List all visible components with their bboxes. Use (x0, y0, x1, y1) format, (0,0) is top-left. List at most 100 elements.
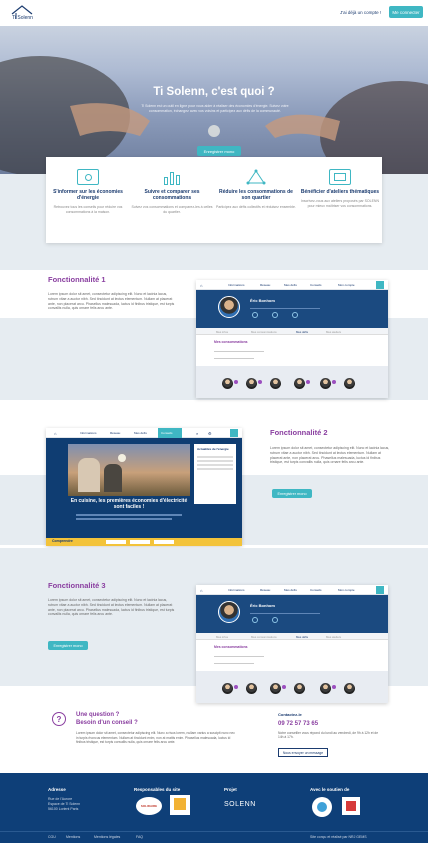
mock-community (196, 366, 388, 398)
feature-text: Inscrivez-vous aux ateliers proposés par… (300, 199, 379, 208)
mock-bottom-bar: Comprendre (46, 538, 242, 546)
question-subtitle: Besoin d'un conseil ? (76, 720, 138, 726)
mock-nav-item: Mes défis (134, 431, 147, 435)
mock-nav-item: Réseau (260, 283, 271, 287)
sidebar-title: Actualités de l'énergie (197, 447, 229, 451)
partner-logo-2[interactable] (170, 795, 190, 815)
mock-tab: Mes consommations (251, 330, 277, 334)
section2-text: Lorem ipsum dolor sit amet, consectetur … (270, 446, 390, 465)
person-avatar (320, 378, 331, 389)
solenn-logo[interactable]: SOLENN (224, 801, 256, 808)
mock-form-title: Mes consommations (214, 645, 248, 649)
features-card: S'informer sur les économies d'énergie R… (46, 157, 382, 243)
mock-nav-item: Conseils (310, 588, 322, 592)
person-avatar (246, 683, 257, 694)
gear-icon: ⚙ (208, 431, 212, 436)
person-avatar (294, 378, 305, 389)
mock-form: Mes consommations (214, 645, 314, 664)
section2-button[interactable]: Enregistrer mono (272, 489, 312, 498)
address-line: 56100 Lorient Paris (48, 807, 79, 811)
mock-nav: ⌂ Informations Réseau Mes défis Conseils… (196, 280, 388, 290)
article-sidebar: Actualités de l'énergie (194, 444, 236, 504)
person-avatar (320, 683, 331, 694)
contact-phone[interactable]: 09 72 57 73 65 (278, 721, 318, 727)
mock-profile-banner: Éric Bonhom (196, 290, 388, 328)
contact-button[interactable]: Nous envoyer un message (278, 748, 328, 757)
person-avatar (270, 683, 281, 694)
mock-account-icon (376, 586, 384, 594)
support-title: Avec le soutien de (310, 787, 350, 792)
mock-community (196, 671, 388, 703)
feature-workshops: Bénéficier d'ateliers thématiques Inscri… (298, 169, 382, 208)
profile-name: Éric Bonhom (250, 603, 275, 608)
address-title: Adresse (48, 787, 66, 792)
badge-icon (332, 685, 336, 689)
partners-title: Responsables du site (134, 787, 181, 792)
feature-text: Retrouvez tous les conseils pour réduire… (53, 205, 123, 214)
chart-icon (161, 169, 183, 185)
partner-logo-1[interactable]: SOLIDAIRE (136, 797, 162, 815)
mock-logo-icon: ⌂ (54, 431, 57, 436)
hero-banner: Ti Solenn, c'est quoi ? Ti Solenn est un… (0, 26, 428, 174)
support-logo-2[interactable] (342, 797, 360, 815)
feature-title: Suivre et comparer ses consommations (144, 189, 200, 201)
mock-nav-item: Conseils (310, 283, 322, 287)
section3-text: Lorem ipsum dolor sit amet, consectetur … (48, 598, 175, 617)
screen-icon (329, 169, 351, 185)
footer-link-faq[interactable]: FAQ (136, 835, 143, 840)
hero-cta-button[interactable]: Enregistrer mono (197, 146, 241, 156)
section1-text: Lorem ipsum dolor sit amet, consectetur … (48, 292, 175, 311)
avatar (218, 296, 240, 318)
login-link[interactable]: J'ai déjà un compte ! (340, 10, 381, 15)
question-text: Lorem ipsum dolor sit amet, consectetur … (76, 731, 235, 745)
person-avatar (270, 378, 281, 389)
mock-nav-item: Mon compte (338, 283, 355, 287)
mock-nav: ⌂ Informations Réseau Mes défis Conseils… (196, 585, 388, 595)
site-header: Ti Solenn J'ai déjà un compte ! Me conne… (0, 0, 428, 26)
mock-tab: Mes défis (296, 330, 308, 334)
footer-link-mentions[interactable]: Mentions (66, 835, 80, 840)
mock-account-icon (376, 281, 384, 289)
person-avatar (344, 683, 355, 694)
feature-title: S'informer sur les économies d'énergie (53, 189, 123, 201)
feature-info: S'informer sur les économies d'énergie R… (46, 169, 130, 214)
mock-tab: Mes infos (216, 635, 228, 639)
feature-reduce: Réduire les consommations de son quartie… (214, 169, 298, 210)
mock-logo-icon: ⌂ (200, 588, 203, 593)
footer-link-cgu[interactable]: CGU (48, 835, 56, 840)
mock-tab: Mes ateliers (326, 635, 342, 639)
signup-button[interactable]: Me connecter (389, 6, 423, 18)
mock-logo-icon: ⌂ (200, 283, 203, 288)
contact-text: Notre conseiller vous répond du lundi au… (278, 731, 379, 740)
avatar (218, 601, 240, 623)
mock-nav-item: Mes défis (284, 283, 297, 287)
badge-icon (332, 380, 336, 384)
mock-nav-item: Mes défis (284, 588, 297, 592)
mock-nav-item: Informations (228, 588, 245, 592)
badge-icon (234, 685, 238, 689)
feature-text: Participez aux défis collectifs et rédui… (216, 205, 296, 209)
mock-tab: Mes ateliers (326, 330, 342, 334)
feature-title: Bénéficier d'ateliers thématiques (300, 189, 380, 195)
badge-icon (282, 685, 286, 689)
mock-nav: ⌂ Informations Réseau Mes défis Conseils… (46, 428, 242, 438)
mock-nav-item: Informations (80, 431, 97, 435)
person-avatar (246, 378, 257, 389)
mock-tab: Mes consommations (251, 635, 277, 639)
mock-tab: Mes infos (216, 330, 228, 334)
person-avatar (222, 683, 233, 694)
section2-mockup: ⌂ Informations Réseau Mes défis Conseils… (46, 428, 242, 546)
hero-text: Ti Solenn est un outil en ligne pour vou… (141, 104, 289, 113)
mock-account-icon (230, 429, 238, 437)
mock-bottom-label: Comprendre (52, 539, 73, 543)
support-logo-1[interactable] (312, 797, 332, 817)
badge-icon (258, 380, 262, 384)
mock-profile-banner: Éric Bonhom (196, 595, 388, 633)
search-icon: ⌕ (196, 431, 199, 436)
section3-button[interactable]: Enregistrer mono (48, 641, 88, 650)
person-avatar (344, 378, 355, 389)
mock-tab: Mes défis (296, 635, 308, 639)
section1-mockup: ⌂ Informations Réseau Mes défis Conseils… (196, 280, 388, 398)
footer-link-legal[interactable]: Mentions légales (94, 835, 120, 840)
logo-text: Ti Solenn (12, 15, 33, 21)
